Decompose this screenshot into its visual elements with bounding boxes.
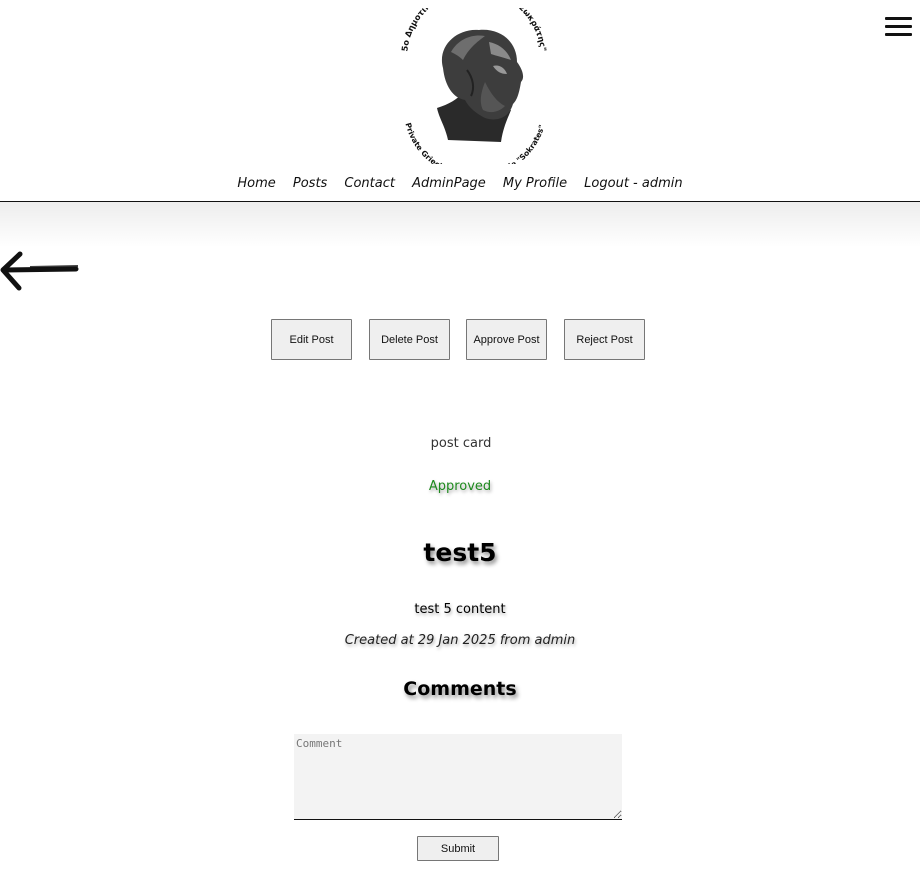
nav-link-adminpage[interactable]: AdminPage xyxy=(412,176,486,191)
back-arrow-icon[interactable] xyxy=(0,248,80,292)
post-image: post card xyxy=(0,436,920,451)
main-nav: Home Posts Contact AdminPage My Profile … xyxy=(0,172,920,191)
nav-link-my-profile[interactable]: My Profile xyxy=(503,176,567,191)
submit-comment-button[interactable]: Submit xyxy=(417,836,499,861)
nav-link-logout[interactable]: Logout - admin xyxy=(584,176,682,191)
comments-heading: Comments xyxy=(403,678,517,700)
status-badge: Approved xyxy=(428,479,492,494)
post-content: test 5 content xyxy=(414,602,506,617)
edit-post-button[interactable]: Edit Post xyxy=(271,319,352,360)
nav-link-posts[interactable]: Posts xyxy=(293,176,327,191)
header-shadow xyxy=(0,202,920,248)
reject-post-button[interactable]: Reject Post xyxy=(564,319,645,360)
nav-link-home[interactable]: Home xyxy=(237,176,275,191)
school-logo[interactable]: 5o Δημοτικό Σχολείο Μονάχου "Σωκράτης" P… xyxy=(393,0,555,180)
post-meta: Created at 29 Jan 2025 from admin xyxy=(344,633,576,648)
comment-input[interactable] xyxy=(294,734,622,820)
post-title: test5 xyxy=(423,538,497,567)
delete-post-button[interactable]: Delete Post xyxy=(369,319,450,360)
nav-link-contact[interactable]: Contact xyxy=(344,176,395,191)
socrates-bust-logo-icon: 5o Δημοτικό Σχολείο Μονάχου "Σωκράτης" P… xyxy=(399,0,548,180)
post-image-broken-alt: post card xyxy=(430,436,492,451)
hamburger-menu-icon[interactable] xyxy=(885,15,912,39)
site-header: 5o Δημοτικό Σχολείο Μονάχου "Σωκράτης" P… xyxy=(0,0,920,202)
approve-post-button[interactable]: Approve Post xyxy=(466,319,547,360)
